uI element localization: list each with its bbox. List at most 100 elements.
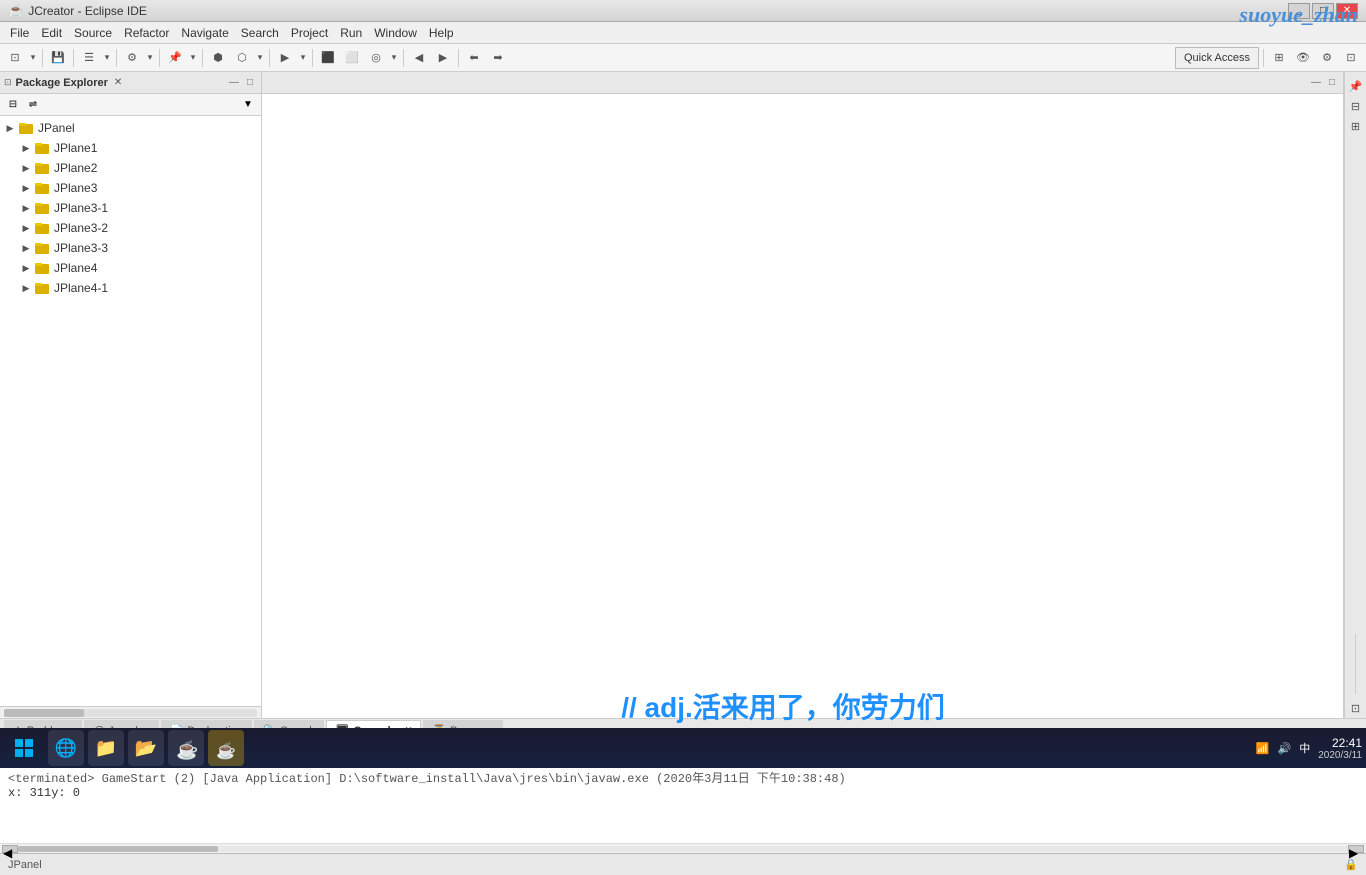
tree-item-jpanel[interactable]: ▶ JPanel (0, 118, 261, 138)
right-tool-btn-1[interactable]: 📌 (1346, 76, 1366, 96)
toolbar-save-btn[interactable]: 💾 (47, 47, 69, 69)
editor-minimize-btn[interactable]: — (1309, 76, 1323, 90)
editor-canvas[interactable] (262, 94, 1343, 718)
expand-arrow-jplane4-1: ▶ (20, 282, 32, 294)
sidebar-minimize-btn[interactable]: — (227, 76, 241, 90)
tree-item-jplane3-2[interactable]: ▶ JPlane3-2 (0, 218, 261, 238)
toolbar-sep-7 (312, 49, 313, 67)
tree-label-jpanel: JPanel (38, 121, 75, 135)
sidebar-maximize-btn[interactable]: □ (243, 76, 257, 90)
menu-edit[interactable]: Edit (35, 24, 68, 42)
toolbar-dropdown8[interactable]: ▾ (389, 47, 399, 69)
tree-label-jplane4: JPlane4 (54, 261, 97, 275)
taskbar-java-icon-2[interactable]: ☕ (208, 730, 244, 766)
toolbar-dropdown5[interactable]: ▾ (188, 47, 198, 69)
toolbar-btn5[interactable]: 📌 (164, 47, 186, 69)
tree-label-jplane4-1: JPlane4-1 (54, 281, 108, 295)
toolbar-dropdown7[interactable]: ▾ (298, 47, 308, 69)
toolbar-sep-4 (159, 49, 160, 67)
toolbar-run-btn[interactable]: ▶ (274, 47, 296, 69)
editor-panel-controls: — □ (1309, 76, 1339, 90)
menu-file[interactable]: File (4, 24, 35, 42)
menu-project[interactable]: Project (285, 24, 334, 42)
console-output: <terminated> GameStart (2) [Java Applica… (0, 765, 1366, 843)
taskbar-folder-icon[interactable]: 📁 (88, 730, 124, 766)
bottom-horizontal-scrollbar[interactable]: ◀ ▶ (0, 843, 1366, 853)
toolbar-dropdown6[interactable]: ▾ (255, 47, 265, 69)
toolbar-btn7[interactable]: ⬡ (231, 47, 253, 69)
quick-access-button[interactable]: Quick Access (1175, 47, 1259, 69)
expand-arrow-jplane1: ▶ (20, 142, 32, 154)
toolbar-back-btn[interactable]: ◀ (408, 47, 430, 69)
right-tool-btn-2[interactable]: ⊟ (1346, 96, 1366, 116)
toolbar-btn9[interactable]: ⬜ (341, 47, 363, 69)
menu-window[interactable]: Window (368, 24, 423, 42)
toolbar-dropdown4[interactable]: ▾ (145, 47, 155, 69)
tree-item-jplane2[interactable]: ▶ JPlane2 (0, 158, 261, 178)
scroll-track (18, 846, 1348, 852)
link-with-editor-btn[interactable]: ⇌ (24, 96, 42, 114)
taskbar-clock: 22:41 2020/3/11 (1318, 736, 1362, 761)
package-explorer-panel: ⊡ Package Explorer ✕ — □ ⊟ ⇌ ▼ ▶ (0, 72, 262, 718)
toolbar-btn13[interactable]: ⊡ (1340, 47, 1362, 69)
scroll-left-btn[interactable]: ◀ (2, 845, 18, 853)
toolbar-perspective-btn[interactable]: ⊞ (1268, 47, 1290, 69)
menu-refactor[interactable]: Refactor (118, 24, 175, 42)
start-button[interactable] (4, 730, 44, 766)
toolbar-dropdown1[interactable]: ▾ (28, 47, 38, 69)
toolbar-debug-btn[interactable]: ⚙ (121, 47, 143, 69)
toolbar-next-btn[interactable]: ➡ (487, 47, 509, 69)
editor-area: — □ (262, 72, 1344, 718)
console-terminated-line: <terminated> GameStart (2) [Java Applica… (8, 769, 1358, 786)
toolbar-forward-btn[interactable]: ▶ (432, 47, 454, 69)
taskbar-java-icon-1[interactable]: ☕ (168, 730, 204, 766)
scroll-right-btn[interactable]: ▶ (1348, 845, 1364, 853)
toolbar-sep-2 (73, 49, 74, 67)
toolbar-btn10[interactable]: ◎ (365, 47, 387, 69)
menu-navigate[interactable]: Navigate (175, 24, 234, 42)
tree-item-jplane4[interactable]: ▶ JPlane4 (0, 258, 261, 278)
scroll-thumb (18, 846, 218, 852)
sidebar-close-x[interactable]: ✕ (114, 77, 122, 88)
toolbar-btn3[interactable]: ☰ (78, 47, 100, 69)
sidebar-view-menu-btn[interactable]: ▼ (239, 96, 257, 114)
tree-item-jplane4-1[interactable]: ▶ JPlane4-1 (0, 278, 261, 298)
folder-icon-jpanel (18, 120, 34, 136)
collapse-all-btn[interactable]: ⊟ (4, 96, 22, 114)
right-tool-btn-3[interactable]: ⊞ (1346, 116, 1366, 136)
toolbar-dropdown3[interactable]: ▾ (102, 47, 112, 69)
toolbar-btn12[interactable]: ⚙ (1316, 47, 1338, 69)
sidebar-panel-controls: — □ (227, 76, 257, 90)
menu-search[interactable]: Search (235, 24, 285, 42)
expand-arrow-jplane3-3: ▶ (20, 242, 32, 254)
tree-label-jplane3-2: JPlane3-2 (54, 221, 108, 235)
toolbar-btn8[interactable]: ⬛ (317, 47, 339, 69)
folder-icon-jplane3-3 (34, 240, 50, 256)
sidebar-panel-icon: ⊡ (4, 77, 12, 88)
taskbar-file-explorer-icon[interactable]: 📂 (128, 730, 164, 766)
tree-item-jplane3-3[interactable]: ▶ JPlane3-3 (0, 238, 261, 258)
tree-item-jplane3[interactable]: ▶ JPlane3 (0, 178, 261, 198)
expand-arrow-jplane4: ▶ (20, 262, 32, 274)
toolbar-prev-btn[interactable]: ⬅ (463, 47, 485, 69)
tree-item-jplane3-1[interactable]: ▶ JPlane3-1 (0, 198, 261, 218)
tree-item-jplane1[interactable]: ▶ JPlane1 (0, 138, 261, 158)
taskbar-browser-icon[interactable]: 🌐 (48, 730, 84, 766)
menu-help[interactable]: Help (423, 24, 460, 42)
taskbar-right: 📶 🔊 中 22:41 2020/3/11 (1256, 736, 1362, 761)
editor-header: — □ (262, 72, 1343, 94)
toolbar-btn6[interactable]: ⬢ (207, 47, 229, 69)
toolbar-sep-10 (1263, 49, 1264, 67)
menu-source[interactable]: Source (68, 24, 118, 42)
menu-bar: File Edit Source Refactor Navigate Searc… (0, 22, 1366, 44)
tree-content[interactable]: ▶ JPanel ▶ JPlane1 (0, 116, 261, 706)
toolbar-btn11[interactable]: 👁 (1292, 47, 1314, 69)
toolbar-new-btn[interactable]: ⊡ (4, 47, 26, 69)
editor-maximize-btn[interactable]: □ (1325, 76, 1339, 90)
taskbar-network-icon: 📶 (1256, 742, 1270, 755)
toolbar-sep-5 (202, 49, 203, 67)
taskbar-input-icon: 中 (1299, 740, 1310, 756)
console-output-line: x: 311y: 0 (8, 786, 1358, 800)
menu-run[interactable]: Run (334, 24, 368, 42)
expand-arrow-jplane2: ▶ (20, 162, 32, 174)
